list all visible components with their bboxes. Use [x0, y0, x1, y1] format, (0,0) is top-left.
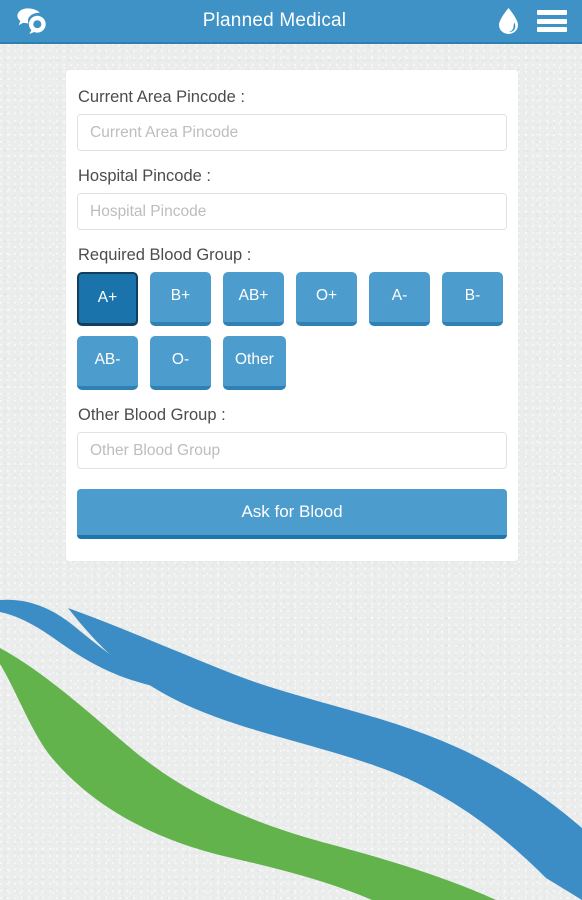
blood-group-options: A+ B+ AB+ O+ A- B- AB- O- Other — [77, 272, 507, 390]
other-blood-group-label: Other Blood Group : — [78, 406, 226, 424]
blood-drop-icon[interactable] — [497, 7, 520, 35]
hospital-pincode-label: Hospital Pincode : — [78, 167, 211, 185]
other-blood-group-input[interactable] — [77, 432, 507, 469]
blood-request-card: Current Area Pincode : Hospital Pincode … — [66, 70, 518, 561]
hamburger-menu-icon[interactable] — [537, 10, 567, 32]
blood-group-option-o-plus[interactable]: O+ — [296, 272, 357, 326]
blood-group-option-other[interactable]: Other — [223, 336, 286, 390]
decorative-wave-graphic — [0, 599, 582, 900]
page-title: Planned Medical — [202, 10, 347, 31]
hospital-pincode-input[interactable] — [77, 193, 507, 230]
blood-group-option-ab-minus[interactable]: AB- — [77, 336, 138, 390]
header-actions — [497, 7, 582, 35]
blood-group-option-o-minus[interactable]: O- — [150, 336, 211, 390]
app-header-bar: Planned Medical — [0, 0, 582, 44]
blood-group-option-a-plus[interactable]: A+ — [77, 272, 138, 326]
blood-group-option-b-plus[interactable]: B+ — [150, 272, 211, 326]
ask-for-blood-button[interactable]: Ask for Blood — [77, 489, 507, 539]
blood-group-option-ab-plus[interactable]: AB+ — [223, 272, 284, 326]
blood-group-option-a-minus[interactable]: A- — [369, 272, 430, 326]
current-pincode-label: Current Area Pincode : — [78, 88, 245, 106]
blood-group-option-b-minus[interactable]: B- — [442, 272, 503, 326]
current-pincode-input[interactable] — [77, 114, 507, 151]
required-blood-group-label: Required Blood Group : — [78, 246, 252, 264]
